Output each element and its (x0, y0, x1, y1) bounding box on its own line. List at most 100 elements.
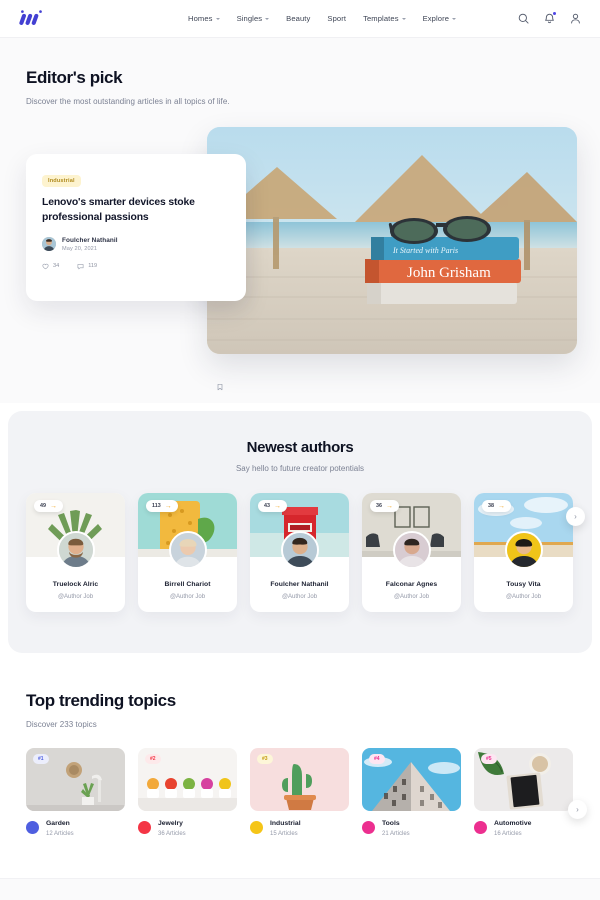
author-name: Foulcher Nathanil (62, 236, 118, 244)
author-card[interactable]: 38 → Tousy Vita @Author Job (474, 493, 573, 612)
section-title: Top trending topics (26, 691, 176, 710)
topic-color-dot (138, 821, 151, 834)
nav-item-singles[interactable]: Singles (237, 14, 270, 23)
author-count-badge: 43 → (258, 500, 287, 512)
topic-meta: Automotive 16 Articles (474, 820, 573, 837)
topic-cover-image: #1 (26, 748, 125, 811)
avatar (504, 531, 543, 569)
author-name: Birrell Chariot (164, 581, 211, 588)
comment-icon (77, 263, 84, 269)
authors-next-button[interactable]: › (566, 507, 585, 526)
nav-label: Templates (363, 14, 399, 23)
nav-label: Sport (327, 14, 347, 23)
author-card[interactable]: 49 → Truelock Alric @Author Job (26, 493, 125, 612)
author-count-badge: 38 → (482, 500, 511, 512)
nav-item-sport[interactable]: Sport (327, 14, 346, 23)
svg-text:It Started with Paris: It Started with Paris (392, 246, 458, 255)
chevron-down-icon (265, 17, 270, 20)
author-name: Truelock Alric (52, 581, 99, 588)
topic-name: Industrial (270, 820, 301, 827)
chevron-down-icon (452, 17, 457, 20)
nav-item-homes[interactable]: Homes (188, 14, 220, 23)
author-job: @Author Job (393, 594, 430, 600)
author-card[interactable]: 43 → Foulcher Nathanil @Author Job (250, 493, 349, 612)
user-account-icon[interactable] (569, 12, 582, 25)
section-title: Newest authors (246, 439, 354, 456)
nav-item-beauty[interactable]: Beauty (286, 14, 310, 23)
topic-rank-badge: #1 (33, 754, 49, 764)
topic-cover-image: #2 (138, 748, 237, 811)
topic-name: Jewelry (158, 820, 183, 827)
author-count-badge: 49 → (34, 500, 63, 512)
nav-item-explore[interactable]: Explore (423, 14, 457, 23)
avatar (168, 531, 207, 569)
trending-topics-section: Top trending topics Discover 233 topics (0, 653, 600, 883)
topic-color-dot (474, 821, 487, 834)
like-stat[interactable]: 34 (42, 263, 59, 270)
avatar (42, 237, 56, 252)
comment-count: 119 (88, 263, 98, 270)
notification-bell-icon[interactable] (543, 12, 556, 25)
bookmark-icon[interactable] (213, 380, 227, 394)
svg-text:John Grisham: John Grisham (407, 265, 491, 281)
arrow-right-icon: → (164, 502, 172, 510)
author-count: 43 (264, 503, 270, 509)
topic-rank-badge: #3 (257, 754, 273, 764)
author-job: @Author Job (57, 594, 94, 600)
header-actions (517, 12, 582, 25)
section-subtitle: Discover the most outstanding articles i… (26, 97, 230, 106)
author-card[interactable]: 113 → Birrell Chariot @Author Job (138, 493, 237, 612)
hero-carousel: John Grisham It Started with Paris Indus… (0, 127, 600, 449)
search-icon[interactable] (517, 12, 530, 25)
arrow-right-icon: → (50, 502, 57, 510)
avatar (392, 531, 431, 569)
author-job: @Author Job (169, 594, 206, 600)
arrow-right-icon: → (498, 502, 505, 510)
site-header: Homes Singles Beauty Sport Templates Exp… (0, 0, 600, 38)
newest-authors-section: Newest authors Say hello to future creat… (8, 411, 592, 653)
author-count: 36 (376, 503, 382, 509)
topic-article-count: 12 Articles (46, 831, 74, 837)
article-stats: 34 119 (42, 263, 230, 270)
topic-article-count: 36 Articles (158, 831, 186, 837)
topics-next-button[interactable]: › (568, 800, 587, 819)
heart-icon (42, 263, 49, 269)
topic-article-count: 15 Articles (270, 831, 298, 837)
author-name: Foulcher Nathanil (270, 581, 329, 588)
author-job: @Author Job (505, 594, 542, 600)
topic-meta: Tools 21 Articles (362, 820, 461, 837)
featured-article-card[interactable]: Industrial Lenovo's smarter devices stok… (26, 154, 246, 301)
article-byline: Foulcher Nathanil May 20, 2021 (42, 237, 230, 252)
topic-name: Garden (46, 820, 70, 827)
author-count-badge: 36 → (370, 500, 399, 512)
topic-card[interactable]: #5 Automotive 16 Articles (474, 748, 573, 837)
topic-meta: Jewelry 36 Articles (138, 820, 237, 837)
article-category-chip[interactable]: Industrial (42, 175, 81, 187)
nav-item-templates[interactable]: Templates (363, 14, 406, 23)
page-title: Editor's pick (26, 68, 123, 87)
hero-image-beach-books: John Grisham It Started with Paris (207, 127, 577, 354)
article-title: Lenovo's smarter devices stoke professio… (42, 197, 195, 223)
topic-card[interactable]: #2 Jewelry 36 Articles (138, 748, 237, 837)
topic-card[interactable]: #4 Tools 21 Articles (362, 748, 461, 837)
topic-color-dot (250, 821, 263, 834)
comment-stat[interactable]: 119 (77, 263, 97, 270)
logo-mark[interactable] (18, 9, 48, 29)
topic-name: Automotive (494, 820, 532, 827)
footer-strip (0, 878, 600, 900)
arrow-right-icon: → (386, 502, 393, 510)
notification-dot (553, 12, 556, 15)
avatar (280, 531, 319, 569)
author-card[interactable]: 36 → Falconar Agnes @Author Job (362, 493, 461, 612)
topic-color-dot (26, 821, 39, 834)
topic-meta: Garden 12 Articles (26, 820, 125, 837)
topic-card[interactable]: #1 Garden 12 Articles (26, 748, 125, 837)
topic-cover-image: #5 (474, 748, 573, 811)
like-count: 34 (53, 263, 60, 270)
nav-label: Beauty (286, 14, 311, 23)
topic-cover-image: #4 (362, 748, 461, 811)
author-count: 49 (40, 503, 46, 509)
topic-article-count: 21 Articles (382, 831, 410, 837)
topic-meta: Industrial 15 Articles (250, 820, 349, 837)
topic-card[interactable]: #3 Industrial 15 Articles (250, 748, 349, 837)
